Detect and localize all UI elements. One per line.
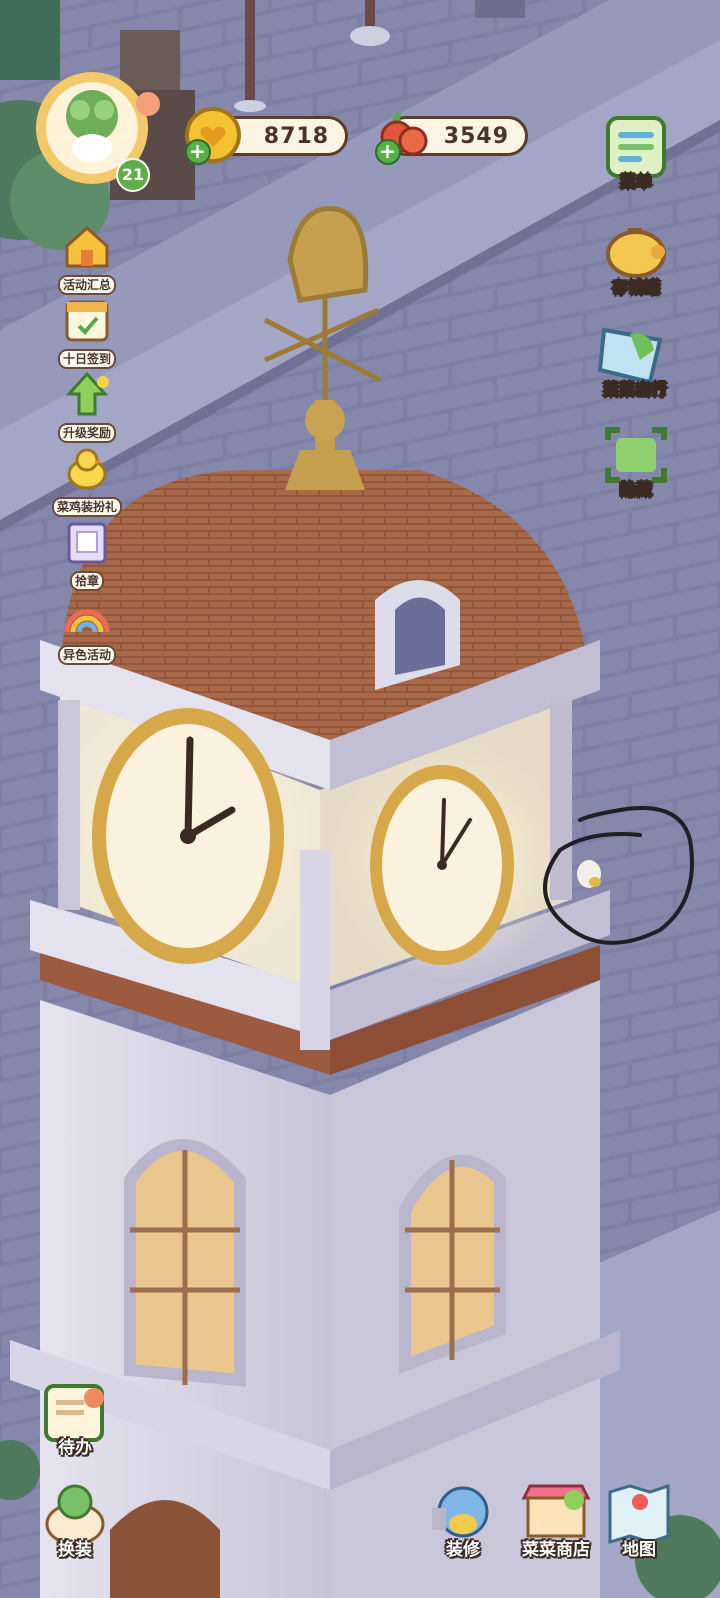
coin-counter[interactable]: + 8718 [185,107,348,165]
event-summary-button[interactable]: 活动汇总 [50,222,124,295]
stamp-album-icon [67,522,107,564]
rainbow-event-icon [64,609,110,633]
menu-button[interactable]: 菜单 [598,112,674,192]
add-coins-button[interactable]: + [185,139,211,165]
shop-button[interactable]: 菜菜商店 [508,1478,604,1560]
clock-right [370,765,514,965]
change-outfit-button[interactable]: 换装 [34,1478,116,1560]
lamp-post [245,0,255,105]
ten-day-signin-button[interactable]: 十日签到 [50,296,124,369]
house-event-icon [65,225,109,268]
map-button[interactable]: 地图 [598,1478,680,1560]
upgrade-reward-button[interactable]: 升级奖励 [50,370,124,443]
piggy-bank-button[interactable]: 存钱罐 [598,218,674,298]
travel-button[interactable]: 菜菜出行 [590,320,680,400]
player-level-badge: 21 [116,158,150,192]
coin-amount: 8718 [263,123,329,149]
chick-outfit-icon [67,448,107,490]
hide-ui-button[interactable]: 隐藏 [598,420,674,500]
clock-left [92,708,284,964]
produce-amount: 3549 [443,123,509,149]
todo-button[interactable]: 待办 [34,1376,116,1458]
signin-calendar-icon [65,300,109,342]
add-produce-button[interactable]: + [375,139,401,165]
stamp-collect-button[interactable]: 拾章 [50,518,124,591]
chick-outfit-gift-button[interactable]: 菜鸡装扮礼 [46,444,128,517]
decorate-button[interactable]: 装修 [422,1478,504,1560]
produce-counter[interactable]: + 3549 [375,112,528,165]
upgrade-reward-icon [65,371,109,416]
alt-color-event-button[interactable]: 异色活动 [50,592,124,665]
